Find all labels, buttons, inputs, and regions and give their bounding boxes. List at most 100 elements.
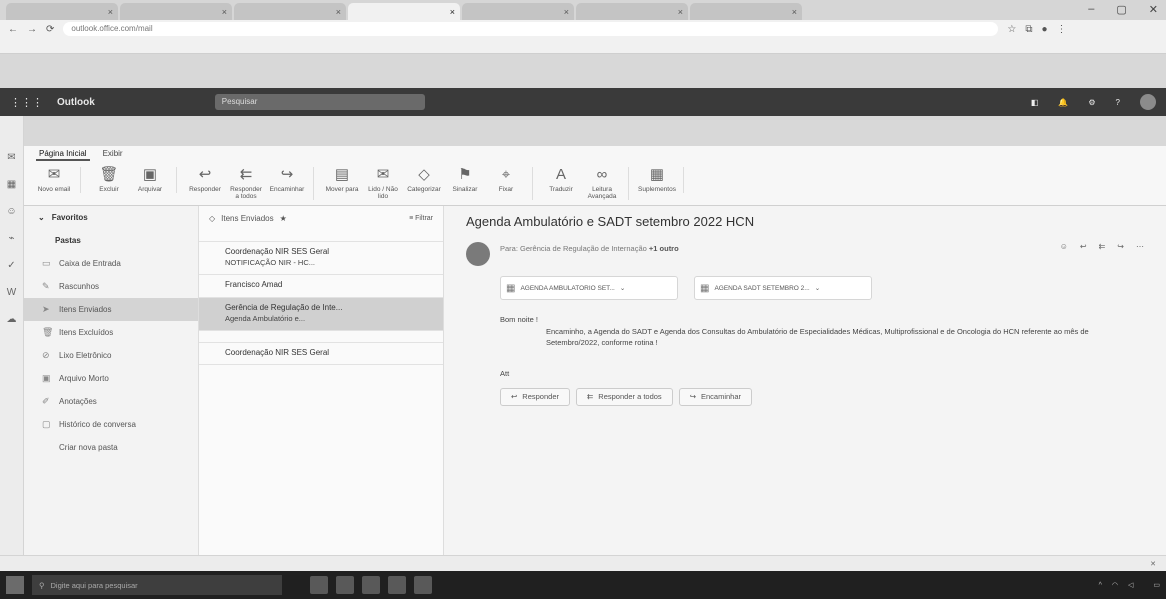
browser-tab[interactable]: × <box>576 3 688 20</box>
folder-item[interactable]: ▣ Arquivo Morto <box>24 367 198 390</box>
star-icon[interactable]: ★ <box>280 214 287 223</box>
sender-avatar[interactable] <box>466 242 490 266</box>
tag-button[interactable]: ◇ Categorizar <box>406 167 442 194</box>
word-icon[interactable] <box>388 576 406 594</box>
teams-icon[interactable]: ◧ <box>1031 98 1039 107</box>
mail-new-button[interactable]: ✉ Novo email <box>36 167 72 194</box>
list-item[interactable]: Francisco Amad <box>199 275 443 298</box>
list-item[interactable]: Gerência de Regulação de Inte... Agenda A… <box>199 297 443 331</box>
translate-button[interactable]: A Traduzir <box>543 167 579 194</box>
recipients[interactable]: Gerência de Regulação de Internação <box>520 244 647 253</box>
chevron-down-icon[interactable]: ⌄ <box>620 284 625 292</box>
browser-tab[interactable]: × <box>462 3 574 20</box>
pin-button[interactable]: ⌖ Fixar <box>488 167 524 194</box>
folder-item[interactable]: Pastas <box>24 229 198 252</box>
reply-all-icon[interactable]: ⇇ <box>1099 242 1106 266</box>
attachment-card[interactable]: ▦ AGENDA SADT SETEMBRO 2... ⌄ <box>694 276 872 300</box>
emoji-icon[interactable]: ☺ <box>1060 242 1068 266</box>
app-icon[interactable] <box>414 576 432 594</box>
people-icon[interactable]: ☺ <box>6 206 16 217</box>
onedrive-icon[interactable]: ☁ <box>7 314 17 325</box>
browser-tab[interactable]: × <box>120 3 232 20</box>
folder-item[interactable]: ⊘ Lixo Eletrônico <box>24 344 198 367</box>
chevron-down-icon[interactable]: ⌄ <box>815 284 820 292</box>
folder-item[interactable]: ✎ Rascunhos <box>24 275 198 298</box>
gear-icon[interactable]: ⚙ <box>1088 98 1095 107</box>
menu-icon[interactable]: ⋮ <box>1057 24 1067 35</box>
folder-item[interactable]: 🗑 Itens Excluídos <box>24 321 198 344</box>
windows-start-icon[interactable] <box>6 576 24 594</box>
volume-icon[interactable]: ◁ <box>1128 581 1133 589</box>
minimize-icon[interactable]: – <box>1088 3 1094 16</box>
attachment-card[interactable]: ▦ AGENDA AMBULATORIO SET... ⌄ <box>500 276 678 300</box>
close-tab-icon[interactable]: × <box>450 7 455 17</box>
calendar-icon[interactable]: ▦ <box>7 179 16 190</box>
list-item[interactable] <box>199 331 443 343</box>
favorites-header[interactable]: ⌄ Favoritos <box>24 206 198 229</box>
app-launcher-icon[interactable]: ⋮⋮⋮ <box>10 96 43 109</box>
profile-icon[interactable]: ● <box>1042 24 1048 35</box>
reply-button[interactable]: ↩ Responder <box>187 167 223 194</box>
taskbar-search[interactable]: ⚲ Digite aqui para pesquisar <box>32 575 282 595</box>
reload-icon[interactable]: ⟳ <box>46 24 54 35</box>
todo-icon[interactable]: ✓ <box>7 260 15 271</box>
select-all-icon[interactable]: ◇ <box>209 214 215 223</box>
addins-button[interactable]: ▦ Suplementos <box>638 167 676 194</box>
forward-button[interactable]: ↪ Encaminhar <box>678 387 753 406</box>
folder-item[interactable]: ➤ Itens Enviados <box>24 298 198 321</box>
reply-all-button[interactable]: ⇇ Responder a todos <box>576 387 673 406</box>
flag-button[interactable]: ⚑ Sinalizar <box>447 167 483 194</box>
search-input[interactable]: Pesquisar <box>214 94 425 110</box>
browser-icon[interactable] <box>362 576 380 594</box>
delete-button[interactable]: 🗑 Excluir <box>91 167 127 194</box>
browser-tab[interactable]: × <box>234 3 346 20</box>
reader-button[interactable]: ∞ Leitura Avançada <box>584 167 620 201</box>
reply-button[interactable]: ↩ Responder <box>500 387 570 406</box>
close-tab-icon[interactable]: × <box>792 7 797 17</box>
mail-icon[interactable]: ✉ <box>7 152 15 163</box>
help-icon[interactable]: ? <box>1116 98 1120 107</box>
close-icon[interactable]: ✕ <box>1150 560 1156 568</box>
avatar[interactable] <box>1140 94 1156 110</box>
archive-button[interactable]: ▣ Arquivar <box>132 167 168 194</box>
bell-icon[interactable]: 🔔 <box>1058 98 1068 107</box>
forward-icon[interactable]: → <box>27 24 37 35</box>
move-button[interactable]: ▤ Mover para <box>324 167 360 194</box>
maximize-icon[interactable]: ▢ <box>1116 3 1126 16</box>
close-tab-icon[interactable]: × <box>108 7 113 17</box>
filter-button[interactable]: ≡ Filtrar <box>409 215 433 222</box>
close-window-icon[interactable]: ✕ <box>1149 3 1158 16</box>
word-icon[interactable]: W <box>7 287 16 298</box>
read-button[interactable]: ✉ Lido / Não lido <box>365 167 401 201</box>
close-tab-icon[interactable]: × <box>564 7 569 17</box>
tab-view[interactable]: Exibir <box>100 148 126 161</box>
list-item[interactable]: Coordenação NIR SES Geral <box>199 343 443 366</box>
reply-icon[interactable]: ↩ <box>1080 242 1087 266</box>
folder-item[interactable]: ▢ Histórico de conversa <box>24 413 198 436</box>
forward-button[interactable]: ↪ Encaminhar <box>269 167 305 194</box>
taskview-icon[interactable] <box>310 576 328 594</box>
folder-item[interactable]: ▭ Caixa de Entrada <box>24 252 198 275</box>
reply-all-button[interactable]: ⇇ Responder a todos <box>228 167 264 201</box>
close-tab-icon[interactable]: × <box>678 7 683 17</box>
more-icon[interactable]: ⋯ <box>1136 242 1144 266</box>
outlook-brand[interactable]: Outlook <box>57 97 95 108</box>
forward-icon[interactable]: ↪ <box>1117 242 1124 266</box>
notifications-icon[interactable]: ▭ <box>1153 581 1160 589</box>
back-icon[interactable]: ← <box>8 24 18 35</box>
browser-tab[interactable]: × <box>690 3 802 20</box>
list-item[interactable]: Coordenação NIR SES Geral NOTIFICAÇÃO NIR… <box>199 242 443 275</box>
list-item[interactable] <box>199 230 443 242</box>
browser-tab[interactable]: × <box>6 3 118 20</box>
more-recipients[interactable]: +1 outro <box>649 244 679 253</box>
star-icon[interactable]: ☆ <box>1007 24 1016 35</box>
close-tab-icon[interactable]: × <box>222 7 227 17</box>
folder-item[interactable]: Criar nova pasta <box>24 436 198 459</box>
browser-tab-active[interactable]: × <box>348 3 460 20</box>
extensions-icon[interactable]: ⧉ <box>1025 24 1032 35</box>
url-field[interactable]: outlook.office.com/mail <box>63 22 999 36</box>
close-tab-icon[interactable]: × <box>336 7 341 17</box>
chevron-up-icon[interactable]: ^ <box>1099 582 1102 589</box>
explorer-icon[interactable] <box>336 576 354 594</box>
network-icon[interactable]: ◠ <box>1112 581 1118 589</box>
